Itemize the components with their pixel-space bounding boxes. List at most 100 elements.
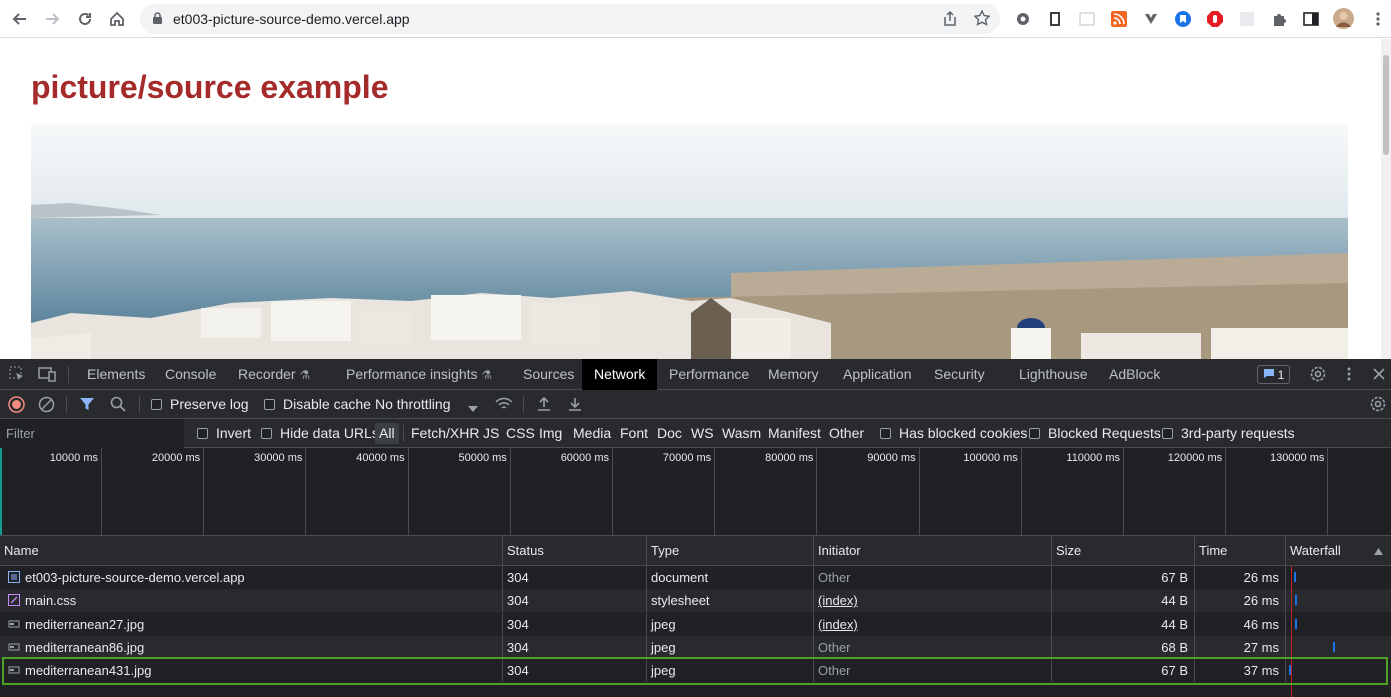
tab-performance-insights[interactable]: Performance insights ⚗ xyxy=(346,359,492,390)
hide-data-urls-checkbox[interactable] xyxy=(261,428,272,439)
cell-name[interactable]: main.css xyxy=(0,589,503,613)
filter-type-img[interactable]: Img xyxy=(539,419,562,448)
filter-type-fetch-xhr[interactable]: Fetch/XHR xyxy=(411,419,479,448)
cell-name[interactable]: mediterranean431.jpg xyxy=(0,659,503,683)
request-row[interactable]: et003-picture-source-demo.vercel.app 304 d… xyxy=(0,566,1391,589)
reload-icon[interactable] xyxy=(71,5,99,33)
more-menu-icon[interactable] xyxy=(1369,10,1386,27)
forward-arrow-icon[interactable] xyxy=(38,5,66,33)
clear-icon[interactable] xyxy=(37,395,55,413)
sidebar-icon[interactable] xyxy=(1078,10,1095,27)
reader-icon[interactable] xyxy=(1046,10,1063,27)
devtools-settings-gear-icon[interactable] xyxy=(1309,365,1327,383)
filter-type-wasm[interactable]: Wasm xyxy=(722,419,761,448)
tab-adblock[interactable]: AdBlock xyxy=(1109,359,1160,390)
tab-performance[interactable]: Performance xyxy=(669,359,749,390)
import-har-upload-icon[interactable] xyxy=(535,395,553,413)
column-header-name[interactable]: Name xyxy=(0,536,503,566)
tab-security[interactable]: Security xyxy=(934,359,985,390)
filter-type-css[interactable]: CSS xyxy=(506,419,535,448)
inspect-element-icon[interactable] xyxy=(8,365,26,383)
close-devtools-icon[interactable] xyxy=(1370,365,1388,383)
image-icon xyxy=(8,637,20,651)
preserve-log-checkbox[interactable] xyxy=(151,399,162,410)
filter-type-all[interactable]: All xyxy=(375,423,399,444)
url-text[interactable]: et003-picture-source-demo.vercel.app xyxy=(173,11,410,27)
filter-funnel-icon[interactable] xyxy=(78,395,96,413)
network-settings-gear-icon[interactable] xyxy=(1369,395,1387,413)
devtools-more-icon[interactable] xyxy=(1340,365,1358,383)
device-toolbar-icon[interactable] xyxy=(38,365,56,383)
filter-type-font[interactable]: Font xyxy=(620,419,648,448)
filter-type-other[interactable]: Other xyxy=(829,419,864,448)
tab-elements[interactable]: Elements xyxy=(87,359,145,390)
cell-initiator[interactable]: (index) xyxy=(814,612,1052,636)
blank-icon[interactable] xyxy=(1238,10,1255,27)
tab-sources[interactable]: Sources xyxy=(523,359,574,390)
cell-type: jpeg xyxy=(647,635,814,659)
disable-cache-label[interactable]: Disable cache xyxy=(283,390,371,419)
record-stop-icon[interactable] xyxy=(7,395,25,413)
tab-recorder[interactable]: Recorder ⚗ xyxy=(238,359,310,390)
export-har-download-icon[interactable] xyxy=(566,395,584,413)
tab-network[interactable]: Network xyxy=(582,359,658,390)
third-party-checkbox[interactable] xyxy=(1162,428,1173,439)
cell-name[interactable]: et003-picture-source-demo.vercel.app xyxy=(0,566,503,589)
cell-initiator[interactable]: (index) xyxy=(814,589,1052,613)
request-row[interactable]: mediterranean27.jpg 304 jpeg (index) 44 B 46 … xyxy=(0,612,1391,636)
split-view-icon[interactable] xyxy=(1302,10,1319,27)
invert-label[interactable]: Invert xyxy=(216,419,251,448)
issues-badge[interactable]: 1 xyxy=(1257,365,1290,384)
invert-checkbox[interactable] xyxy=(197,428,208,439)
disable-cache-checkbox[interactable] xyxy=(264,399,275,410)
has-blocked-cookies-checkbox[interactable] xyxy=(880,428,891,439)
settings-gear-icon[interactable] xyxy=(1014,10,1031,27)
blocked-requests-label[interactable]: Blocked Requests xyxy=(1048,419,1161,448)
column-header-type[interactable]: Type xyxy=(647,536,814,566)
third-party-label[interactable]: 3rd-party requests xyxy=(1181,419,1295,448)
rss-icon[interactable] xyxy=(1110,10,1127,27)
puzzle-icon[interactable] xyxy=(1270,10,1287,27)
throttling-select[interactable]: No throttling xyxy=(375,390,450,419)
column-header-waterfall[interactable]: Waterfall xyxy=(1286,536,1391,566)
request-row[interactable]: mediterranean86.jpg 304 jpeg Other 68 B 27 ms xyxy=(0,635,1391,659)
chevron-down-icon[interactable] xyxy=(468,401,478,416)
tab-application[interactable]: Application xyxy=(843,359,912,390)
share-icon[interactable] xyxy=(942,10,958,32)
tab-memory[interactable]: Memory xyxy=(768,359,819,390)
tab-lighthouse[interactable]: Lighthouse xyxy=(1019,359,1088,390)
page-scrollbar-thumb[interactable] xyxy=(1383,55,1389,155)
column-header-status[interactable]: Status xyxy=(503,536,647,566)
bookmark-star-icon[interactable] xyxy=(973,9,991,31)
filter-type-media[interactable]: Media xyxy=(573,419,611,448)
search-icon[interactable] xyxy=(109,395,127,413)
request-row[interactable]: main.css 304 stylesheet (index) 44 B 26 ms xyxy=(0,589,1391,613)
bookmark-icon[interactable] xyxy=(1174,10,1191,27)
profile-avatar[interactable] xyxy=(1333,8,1354,29)
vimeo-icon[interactable] xyxy=(1142,10,1159,27)
lock-icon[interactable] xyxy=(152,12,163,30)
preserve-log-label[interactable]: Preserve log xyxy=(170,390,249,419)
filter-input[interactable] xyxy=(0,419,184,448)
filter-type-js[interactable]: JS xyxy=(483,419,499,448)
adblock-icon[interactable] xyxy=(1206,10,1223,27)
column-header-size[interactable]: Size xyxy=(1052,536,1195,566)
column-header-initiator[interactable]: Initiator xyxy=(814,536,1052,566)
filter-type-manifest[interactable]: Manifest xyxy=(768,419,821,448)
back-arrow-icon[interactable] xyxy=(6,5,34,33)
page-scrollbar[interactable] xyxy=(1381,39,1391,359)
column-header-time[interactable]: Time xyxy=(1195,536,1286,566)
filter-type-ws[interactable]: WS xyxy=(691,419,714,448)
network-overview-timeline[interactable]: 10000 ms 20000 ms 30000 ms 40000 ms 50000 ms… xyxy=(0,448,1391,536)
cell-name[interactable]: mediterranean86.jpg xyxy=(0,635,503,659)
home-icon[interactable] xyxy=(103,5,131,33)
network-conditions-icon[interactable] xyxy=(495,395,513,413)
tab-console[interactable]: Console xyxy=(165,359,216,390)
address-bar[interactable]: et003-picture-source-demo.vercel.app xyxy=(140,4,1000,34)
blocked-requests-checkbox[interactable] xyxy=(1029,428,1040,439)
has-blocked-cookies-label[interactable]: Has blocked cookies xyxy=(899,419,1027,448)
request-row[interactable]: mediterranean431.jpg 304 jpeg Other 67 B 37 m… xyxy=(0,659,1391,683)
hide-data-urls-label[interactable]: Hide data URLs xyxy=(280,419,379,448)
filter-type-doc[interactable]: Doc xyxy=(657,419,682,448)
cell-name[interactable]: mediterranean27.jpg xyxy=(0,612,503,636)
